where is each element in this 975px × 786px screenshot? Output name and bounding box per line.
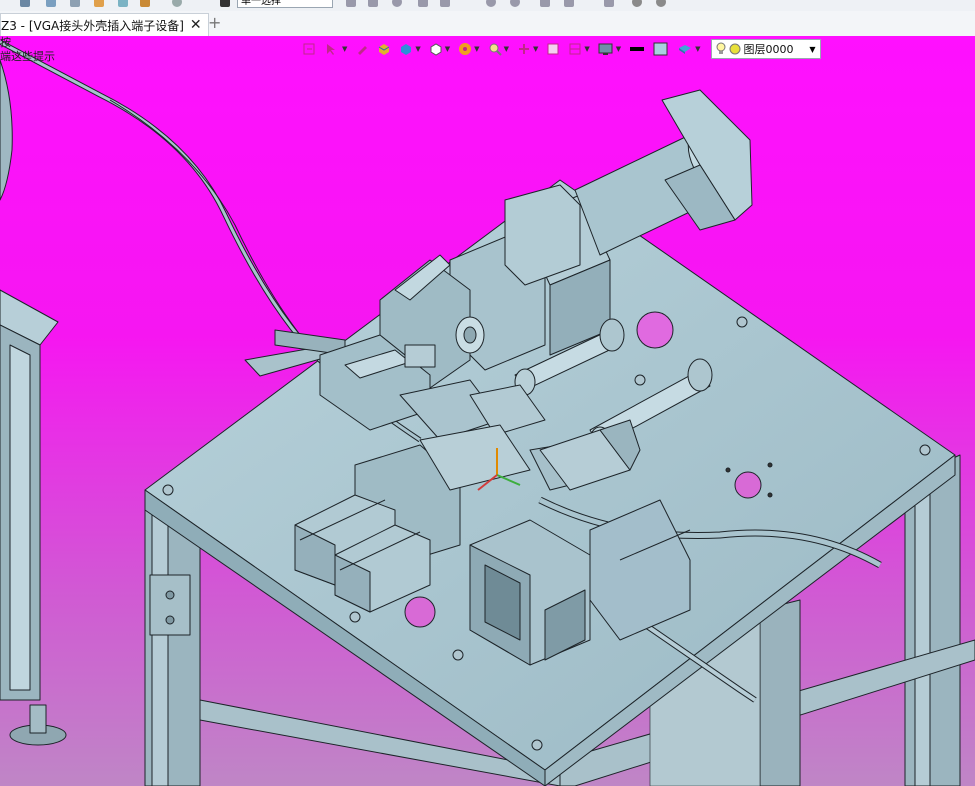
hint-line: 端这些提示 — [0, 50, 55, 63]
lightbulb-icon[interactable] — [716, 42, 726, 56]
ribbon-icon[interactable] — [510, 0, 520, 7]
layer-entry-icon[interactable] — [300, 39, 318, 59]
cad-model — [0, 39, 975, 786]
ribbon-icon[interactable] — [418, 0, 428, 7]
layer-name: 图层0000 — [743, 43, 794, 56]
left-frame — [0, 59, 67, 746]
zoom-icon[interactable]: ▼ — [486, 39, 511, 59]
ribbon-icon[interactable] — [540, 0, 550, 7]
ribbon-icon[interactable] — [94, 0, 104, 7]
ribbon-icon[interactable] — [140, 0, 150, 7]
fill-color-icon[interactable] — [651, 39, 671, 59]
ribbon-icon[interactable] — [486, 0, 496, 7]
close-icon[interactable]: ✕ — [190, 17, 202, 33]
render-mode-icon[interactable]: ▼ — [456, 39, 481, 59]
ribbon-icon[interactable] — [220, 0, 230, 7]
shaded-cube-icon[interactable] — [375, 39, 393, 59]
select-filter-icon[interactable]: ▼ — [322, 39, 349, 59]
ribbon-icon[interactable] — [346, 0, 356, 7]
ribbon-icon[interactable] — [118, 0, 128, 7]
layer-dropdown[interactable]: 图层0000 ▼ — [710, 39, 821, 59]
ribbon-icon[interactable] — [604, 0, 614, 7]
axis-icon[interactable]: ▼ — [515, 39, 540, 59]
white-cube-icon[interactable]: ▼ — [427, 39, 452, 59]
ribbon-icon[interactable] — [656, 0, 666, 7]
command-hint: 按 端这些提示 — [0, 36, 55, 64]
material-icon[interactable]: ▼ — [675, 39, 702, 59]
ribbon-icon[interactable] — [20, 0, 30, 7]
ribbon-icon[interactable] — [564, 0, 574, 7]
display-icon[interactable]: ▼ — [596, 39, 623, 59]
ribbon-icon[interactable] — [368, 0, 378, 7]
view-cube-icon[interactable]: ▼ — [397, 39, 422, 59]
add-tab-icon[interactable]: + — [208, 13, 221, 32]
ribbon-icon[interactable] — [632, 0, 642, 7]
ribbon-icon[interactable] — [46, 0, 56, 7]
tab-title: Z3 - [VGA接头外壳插入端子设备] — [1, 18, 184, 33]
3d-viewport[interactable] — [0, 36, 975, 786]
tab-vga-assembly[interactable]: Z3 - [VGA接头外壳插入端子设备] ✕ — [0, 13, 209, 36]
ribbon-icon[interactable] — [70, 0, 80, 7]
ribbon-icon[interactable] — [440, 0, 450, 7]
chevron-down-icon[interactable]: ▼ — [809, 45, 815, 54]
pin-icon[interactable] — [353, 39, 371, 59]
hint-line: 按 — [0, 36, 11, 49]
ribbon-icon[interactable] — [172, 0, 182, 7]
layer-color-icon[interactable] — [729, 43, 741, 55]
selection-mode-dropdown[interactable]: 单一选择 — [237, 0, 333, 8]
document-tab-bar: Z3 - [VGA接头外壳插入端子设备] ✕ + — [0, 11, 975, 37]
line-color-icon[interactable] — [627, 39, 647, 59]
ribbon-icon[interactable] — [392, 0, 402, 7]
section-icon[interactable]: ▼ — [566, 39, 591, 59]
viewport-toolbar: ▼ ▼ ▼ ▼ ▼ ▼ ▼ ▼ ▼ 图层0000 ▼ — [300, 38, 821, 60]
frame-icon[interactable] — [544, 39, 562, 59]
